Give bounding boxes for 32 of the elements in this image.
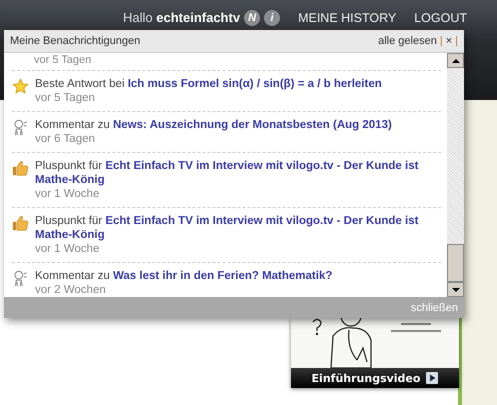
close-icon[interactable]: × (446, 35, 452, 47)
sketch-figure-icon (12, 119, 29, 136)
thumbs-up-icon (12, 215, 29, 232)
notification-text: Beste Antwort bei Ich muss Formel sin(α) / sin(β) = a / b herleiten (35, 77, 382, 91)
notification-time: vor 5 Tagen (35, 91, 96, 106)
intro-video-button[interactable]: Einführungsvideo (291, 368, 459, 388)
thumbs-up-icon (12, 160, 29, 177)
notification-time: vor 5 Tagen (12, 54, 441, 71)
star-icon (12, 78, 29, 95)
notification-text: Pluspunkt für Echt Einfach TV im Interview mit vilogo.tv - Der Kunde ist Mathe-König (35, 214, 420, 242)
notification-time: vor 6 Tagen (35, 132, 96, 147)
notification-text: Kommentar zu News: Auszeichnung der Monatsbesten (Aug 2013) (35, 118, 392, 132)
play-icon (426, 372, 438, 384)
notification-text: Pluspunkt für Echt Einfach TV im Interview mit vilogo.tv - Der Kunde ist Mathe-König (35, 159, 420, 187)
notification-text: Kommentar zu Was lest ihr in den Ferien? Mathematik? (35, 269, 332, 283)
mark-all-read-link[interactable]: alle gelesen (378, 35, 437, 47)
separator-text: | (455, 35, 458, 47)
scroll-thumb[interactable] (447, 244, 464, 282)
down-arrow-icon (452, 286, 460, 292)
scrollbar[interactable] (447, 53, 464, 297)
nav-link[interactable]: LOGOUT (414, 8, 468, 28)
sketch-figure-icon (12, 270, 29, 287)
separator-text: | (440, 35, 443, 47)
greeting-text: Hallo echteinfachtv (123, 9, 240, 27)
up-arrow-icon (452, 58, 460, 64)
notification-time: vor 2 Wochen (35, 283, 107, 297)
nav-link[interactable]: MEINE HISTORY (298, 8, 396, 28)
notification-time: vor 1 Woche (35, 187, 100, 202)
notification-time: vor 1 Woche (35, 242, 100, 257)
popup-title: Meine Benachrichtigungen (10, 35, 140, 47)
scroll-down-button[interactable] (447, 282, 464, 297)
scroll-up-button[interactable] (447, 53, 464, 68)
